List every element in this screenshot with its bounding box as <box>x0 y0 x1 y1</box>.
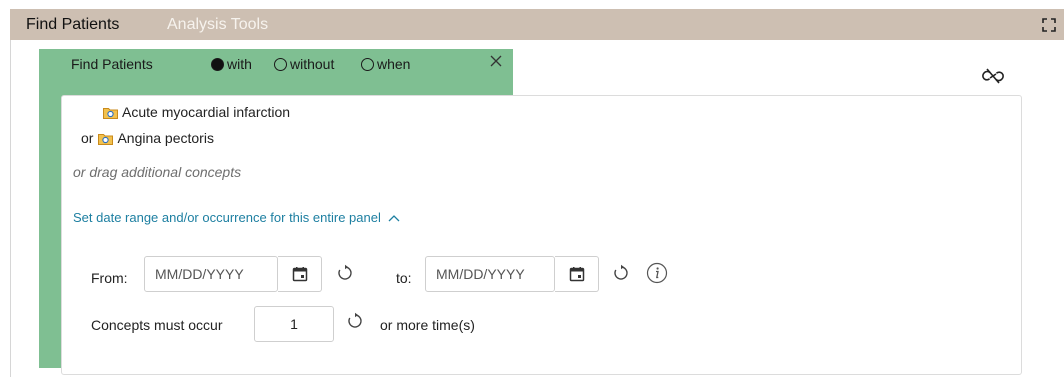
chevron-up-icon <box>388 214 400 221</box>
from-date-input[interactable]: MM/DD/YYYY <box>144 256 278 292</box>
radio-without[interactable]: without <box>274 56 334 72</box>
reset-from-icon[interactable] <box>336 264 354 282</box>
panel-header: Find Patients with without when <box>39 49 513 79</box>
reset-to-icon[interactable] <box>612 264 630 282</box>
concept-item[interactable]: Acute myocardial infarction <box>103 104 290 120</box>
from-calendar-button[interactable] <box>278 256 322 292</box>
radio-when-label: when <box>377 56 411 72</box>
tab-bar: Find Patients Analysis Tools <box>10 9 1064 40</box>
radio-unselected-icon <box>361 57 374 71</box>
occur-label: Concepts must occur <box>91 317 223 333</box>
to-label: to: <box>396 270 412 286</box>
radio-with[interactable]: with <box>211 56 252 72</box>
or-label: or <box>81 130 94 146</box>
tab-find-patients[interactable]: Find Patients <box>26 9 119 40</box>
concept-label: Acute myocardial infarction <box>122 104 291 120</box>
occurrence-count-input[interactable]: 1 <box>254 306 334 342</box>
calendar-icon <box>292 267 307 282</box>
date-range-toggle[interactable]: Set date range and/or occurrence for thi… <box>73 210 400 225</box>
folder-icon <box>98 133 114 145</box>
radio-unselected-icon <box>274 57 287 71</box>
radio-with-label: with <box>227 56 252 72</box>
to-calendar-button[interactable] <box>555 256 599 292</box>
to-date-input[interactable]: MM/DD/YYYY <box>425 256 555 292</box>
info-icon[interactable] <box>646 262 668 284</box>
panel-title: Find Patients <box>71 56 153 72</box>
concept-label: Angina pectoris <box>117 130 214 146</box>
radio-without-label: without <box>290 56 335 72</box>
tab-analysis-tools[interactable]: Analysis Tools <box>167 9 268 40</box>
date-range-link-label: Set date range and/or occurrence for thi… <box>73 210 381 225</box>
occur-suffix: or more time(s) <box>380 317 475 333</box>
reset-occurrence-icon[interactable] <box>346 312 364 330</box>
calendar-icon <box>569 267 584 282</box>
divider <box>10 40 11 377</box>
drag-hint: or drag additional concepts <box>73 164 242 180</box>
folder-icon <box>103 107 118 119</box>
expand-icon[interactable] <box>1042 18 1056 32</box>
concept-item[interactable]: or Angina pectoris <box>81 130 214 146</box>
close-icon[interactable] <box>489 54 503 68</box>
unlink-icon[interactable] <box>981 67 1005 85</box>
radio-when[interactable]: when <box>361 56 410 72</box>
from-label: From: <box>91 270 128 286</box>
radio-selected-icon <box>211 57 224 71</box>
